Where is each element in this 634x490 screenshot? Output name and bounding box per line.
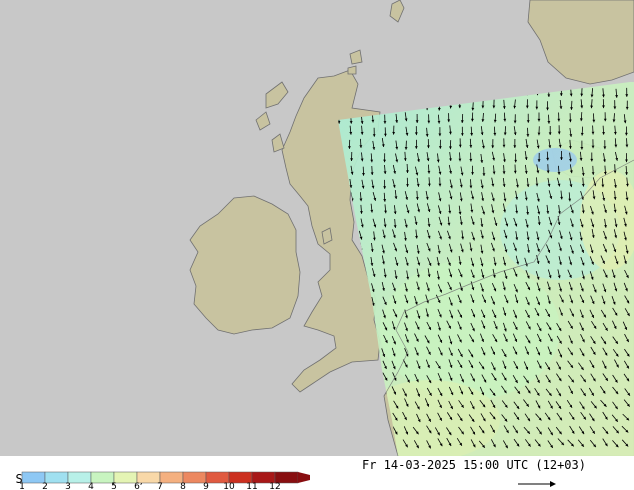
- reference-arrow-icon: [518, 481, 556, 487]
- legend-tick-label: 5: [111, 482, 117, 490]
- legend-tick-label: 11: [246, 482, 257, 490]
- legend-tick-label: 7: [157, 482, 163, 490]
- legend-tick-label: 4: [88, 482, 94, 490]
- legend-tick-label: 8: [180, 482, 186, 490]
- legend-tick-label: 1: [19, 482, 25, 490]
- legend-tick-label: 6: [134, 482, 140, 490]
- legend-tick-label: 10: [223, 482, 235, 490]
- wind-scale-legend: 1 2 3 4 5 6 7 8 9 10 11 12: [19, 471, 310, 490]
- legend-tick-label: 9: [203, 482, 209, 490]
- wind-map: [0, 0, 634, 456]
- forecast-datetime: Fr 14-03-2025 15:00 UTC (12+03): [362, 458, 586, 472]
- legend-tick-label: 2: [42, 482, 48, 490]
- legend-overflow-arrow: [298, 472, 310, 483]
- legend-tick-label: 12: [269, 482, 280, 490]
- legend-tick-label: 3: [65, 482, 71, 490]
